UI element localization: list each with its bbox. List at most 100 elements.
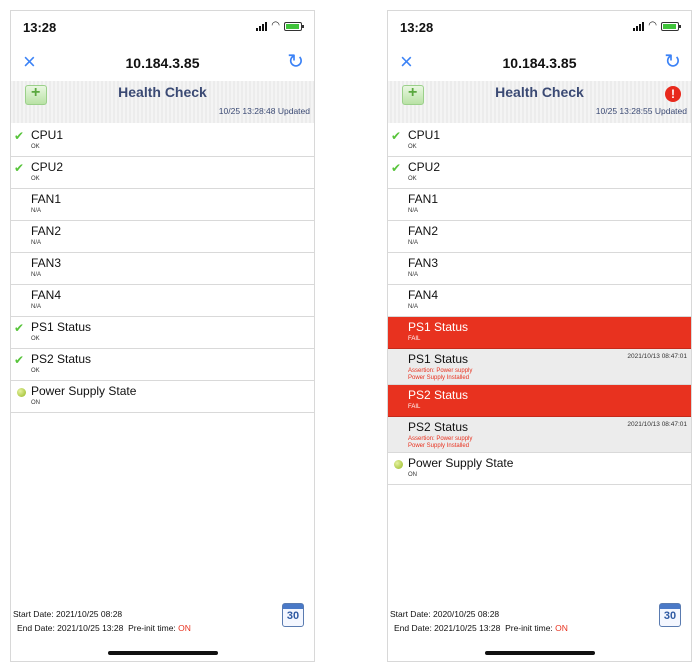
item-value: OK — [31, 336, 40, 342]
nav-bar: × 10.184.3.85 ↻ — [11, 49, 314, 77]
item-name: PS2 Status — [408, 388, 469, 402]
item-value: N/A — [31, 208, 42, 214]
item-name: PS1 Status — [31, 320, 92, 334]
battery-icon — [284, 21, 304, 31]
list-item-ps2-detail[interactable]: PS2 Status 2021/10/13 08:47:01 Assertion… — [388, 417, 691, 453]
assertion-text: Assertion: Power supply Power Supply Inst… — [408, 436, 472, 450]
check-icon: ✔ — [14, 161, 25, 175]
item-value: OK — [31, 368, 40, 374]
list-item-fan4[interactable]: FAN4 N/A — [388, 285, 691, 317]
list-item-ps1-status[interactable]: PS1 Status FAIL — [388, 317, 691, 349]
battery-icon — [661, 21, 681, 31]
assertion-line2: Power Supply Installed — [408, 443, 470, 449]
event-timestamp: 2021/10/13 08:47:01 — [627, 421, 687, 428]
item-value: N/A — [408, 240, 419, 246]
item-name: PS2 Status — [31, 352, 92, 366]
item-name: PS1 Status — [408, 352, 469, 366]
end-date-line: End Date: 2021/10/25 13:28 Pre-init time… — [394, 623, 568, 633]
status-dot-icon — [17, 388, 26, 397]
nav-bar: × 10.184.3.85 ↻ — [388, 49, 691, 77]
health-check-header: Health Check ! 10/25 13:28:55 Updated — [388, 81, 691, 123]
item-name: Power Supply State — [408, 456, 514, 470]
item-name: FAN3 — [31, 256, 62, 270]
preinit-label: Pre-init time: — [128, 623, 176, 633]
list-item-ps2-status[interactable]: ✔ PS2 Status OK — [11, 349, 314, 381]
phone-screen-left: 13:28 ◠ × 10.184.3.85 ↻ Health Check 10/… — [10, 10, 315, 662]
item-value: N/A — [408, 272, 419, 278]
item-value: OK — [31, 144, 40, 150]
alert-icon[interactable]: ! — [665, 86, 681, 102]
page-title: Health Check — [118, 84, 207, 100]
list-item-power-supply-state[interactable]: Power Supply State ON — [11, 381, 314, 413]
item-value: N/A — [408, 208, 419, 214]
item-name: CPU2 — [31, 160, 64, 174]
refresh-icon[interactable]: ↻ — [287, 49, 304, 74]
list-item-cpu2[interactable]: ✔ CPU2 OK — [11, 157, 314, 189]
list-item-ps1-status[interactable]: ✔ PS1 Status OK — [11, 317, 314, 349]
item-value: FAIL — [408, 404, 421, 410]
assertion-line1: Assertion: Power supply — [408, 436, 473, 442]
item-name: PS2 Status — [408, 420, 469, 434]
status-icons: ◠ — [256, 21, 304, 31]
wifi-icon: ◠ — [648, 20, 657, 31]
calendar-day: 30 — [286, 610, 300, 622]
preinit-value: ON — [555, 623, 568, 633]
assertion-line1: Assertion: Power supply — [408, 368, 473, 374]
check-icon: ✔ — [14, 129, 25, 143]
status-time: 13:28 — [23, 20, 57, 35]
calendar-day: 30 — [663, 610, 677, 622]
assertion-text: Assertion: Power supply Power Supply Inst… — [408, 368, 472, 382]
item-name: FAN2 — [408, 224, 439, 238]
status-bar: 13:28 ◠ — [11, 11, 314, 45]
list-item-cpu1[interactable]: ✔ CPU1 OK — [388, 125, 691, 157]
list-item-cpu2[interactable]: ✔ CPU2 OK — [388, 157, 691, 189]
health-list: ✔ CPU1 OK ✔ CPU2 OK FAN1 N/A FAN2 N/A FA… — [11, 125, 314, 413]
check-icon: ✔ — [391, 129, 402, 143]
item-name: CPU2 — [408, 160, 441, 174]
item-value: OK — [408, 176, 417, 182]
assertion-line2: Power Supply Installed — [408, 375, 470, 381]
calendar-icon[interactable]: 30 — [659, 603, 681, 627]
list-item-fan1[interactable]: FAN1 N/A — [388, 189, 691, 221]
event-timestamp: 2021/10/13 08:47:01 — [627, 353, 687, 360]
end-date-line: End Date: 2021/10/25 13:28 Pre-init time… — [17, 623, 191, 633]
item-name: Power Supply State — [31, 384, 137, 398]
home-indicator[interactable] — [107, 651, 218, 655]
check-icon: ✔ — [14, 353, 25, 367]
health-list: ✔ CPU1 OK ✔ CPU2 OK FAN1 N/A FAN2 N/A FA… — [388, 125, 691, 485]
list-item-fan2[interactable]: FAN2 N/A — [11, 221, 314, 253]
start-date: Start Date: 2021/10/25 08:28 — [13, 609, 123, 619]
status-icons: ◠ — [633, 20, 681, 31]
status-time: 13:28 — [400, 20, 434, 35]
list-item-fan4[interactable]: FAN4 N/A — [11, 285, 314, 317]
list-item-power-supply-state[interactable]: Power Supply State ON — [388, 453, 691, 485]
item-value: N/A — [31, 272, 42, 278]
list-item-fan1[interactable]: FAN1 N/A — [11, 189, 314, 221]
host-title: 10.184.3.85 — [125, 55, 200, 71]
item-name: FAN4 — [31, 288, 62, 302]
status-dot-icon — [394, 460, 403, 469]
calendar-icon[interactable]: 30 — [282, 603, 304, 627]
item-name: CPU1 — [408, 128, 441, 142]
home-indicator[interactable] — [484, 651, 595, 655]
list-item-ps1-detail[interactable]: PS1 Status 2021/10/13 08:47:01 Assertion… — [388, 349, 691, 385]
updated-timestamp: 10/25 13:28:55 Updated — [595, 106, 687, 116]
health-check-header: Health Check 10/25 13:28:48 Updated — [11, 81, 314, 123]
updated-timestamp: 10/25 13:28:48 Updated — [218, 106, 310, 116]
list-item-fan3[interactable]: FAN3 N/A — [11, 253, 314, 285]
preinit-label: Pre-init time: — [505, 623, 553, 633]
list-item-ps2-status[interactable]: PS2 Status FAIL — [388, 385, 691, 417]
preinit-value: ON — [178, 623, 191, 633]
refresh-icon[interactable]: ↻ — [664, 49, 681, 74]
list-item-fan3[interactable]: FAN3 N/A — [388, 253, 691, 285]
item-name: FAN3 — [408, 256, 439, 270]
list-item-fan2[interactable]: FAN2 N/A — [388, 221, 691, 253]
item-name: PS1 Status — [408, 320, 469, 334]
end-date: End Date: 2021/10/25 13:28 — [17, 623, 124, 633]
item-name: FAN1 — [31, 192, 62, 206]
list-item-cpu1[interactable]: ✔ CPU1 OK — [11, 125, 314, 157]
item-value: N/A — [408, 304, 419, 310]
page-title: Health Check — [495, 84, 584, 100]
signal-icon — [633, 21, 645, 31]
host-title: 10.184.3.85 — [502, 55, 577, 71]
